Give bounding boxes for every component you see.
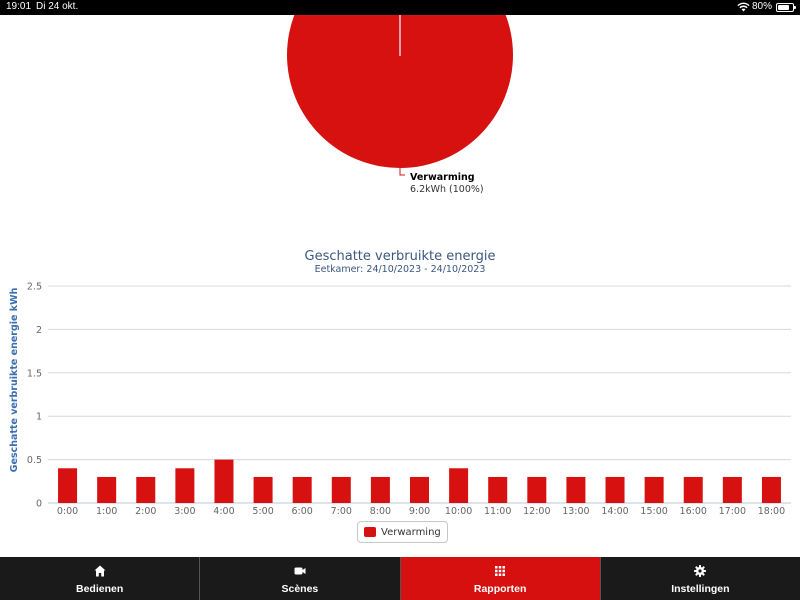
- bar: [683, 476, 703, 503]
- tab-scenes[interactable]: Scènes: [200, 557, 401, 600]
- chart-subtitle: Eetkamer: 24/10/2023 - 24/10/2023: [314, 264, 486, 275]
- pie-slice-label: Verwarming 6.2kWh (100%): [410, 172, 484, 196]
- bar: [566, 476, 586, 503]
- x-tick-label: 8:00: [370, 506, 391, 517]
- x-tick-label: 13:00: [562, 506, 589, 517]
- pie-slice-value: 6.2kWh (100%): [410, 184, 484, 195]
- tab-label: Instellingen: [671, 583, 730, 595]
- pie-chart: [0, 0, 800, 215]
- pie-slice-name: Verwarming: [410, 172, 475, 183]
- x-tick-label: 9:00: [409, 506, 430, 517]
- pie-chart-svg: [287, 0, 513, 176]
- tab-bar: Bedienen Scènes Rapporten Instellingen: [0, 557, 800, 600]
- tab-instellingen[interactable]: Instellingen: [601, 557, 800, 600]
- x-tick-label: 6:00: [292, 506, 313, 517]
- y-tick-label: 1: [36, 412, 42, 423]
- bar: [214, 459, 234, 503]
- bar: [175, 468, 195, 503]
- x-tick-label: 3:00: [174, 506, 195, 517]
- bar: [97, 476, 117, 503]
- x-tick-label: 0:00: [57, 506, 78, 517]
- status-bar: 19:01 Di 24 okt. 80%: [0, 0, 800, 15]
- grid-icon: [495, 566, 506, 576]
- legend-swatch: [364, 527, 376, 537]
- x-tick-label: 17:00: [719, 506, 746, 517]
- bar: [253, 476, 273, 503]
- battery-icon: [776, 3, 796, 12]
- bar: [292, 476, 312, 503]
- tab-label: Bedienen: [75, 583, 124, 595]
- bar: [58, 468, 78, 503]
- tab-rapporten[interactable]: Rapporten: [400, 557, 601, 600]
- bar: [644, 476, 664, 503]
- x-tick-label: 10:00: [445, 506, 472, 517]
- y-tick-label: 0: [36, 499, 42, 510]
- y-tick-label: 2: [36, 325, 42, 336]
- battery-percentage: 80%: [752, 1, 773, 12]
- x-tick-label: 5:00: [252, 506, 273, 517]
- bar: [761, 476, 781, 503]
- x-tick-label: 15:00: [640, 506, 667, 517]
- x-tick-label: 16:00: [680, 506, 707, 517]
- tab-bedienen[interactable]: Bedienen: [0, 557, 201, 600]
- home-icon: [94, 565, 106, 577]
- bar: [136, 476, 156, 503]
- gear-icon: [694, 565, 707, 577]
- bar: [488, 476, 508, 503]
- y-tick-label: 2.5: [27, 282, 42, 293]
- bar: [331, 476, 351, 503]
- x-tick-label: 2:00: [135, 506, 156, 517]
- x-tick-label: 18:00: [758, 506, 785, 517]
- battery-fill: [778, 5, 790, 10]
- pie-label-connector: [399, 168, 405, 176]
- bar: [527, 476, 547, 503]
- bar: [370, 476, 390, 503]
- x-tick-label: 14:00: [601, 506, 628, 517]
- status-time: 19:01: [6, 1, 32, 12]
- tab-label: Scènes: [281, 583, 319, 595]
- status-date: Di 24 okt.: [36, 1, 79, 12]
- chart-title: Geschatte verbruikte energie: [304, 249, 496, 264]
- tab-label: Rapporten: [473, 583, 527, 595]
- bar: [605, 476, 625, 503]
- y-tick-label: 1.5: [27, 368, 42, 379]
- x-tick-label: 12:00: [523, 506, 550, 517]
- x-tick-label: 4:00: [213, 506, 234, 517]
- bar-chart: 0 0.5 1 1.5 2 2.5 0:00 1:00 2:00 3:00 4:00 5:00 6:00…: [27, 282, 791, 517]
- x-tick-label: 11:00: [484, 506, 511, 517]
- bar: [410, 476, 429, 503]
- chart-legend[interactable]: Verwarming: [357, 521, 448, 543]
- x-tick-label: 7:00: [331, 506, 352, 517]
- y-tick-label: 0.5: [27, 455, 42, 466]
- bar: [449, 468, 469, 503]
- wifi-icon: [737, 2, 750, 12]
- video-camera-icon: [294, 567, 306, 575]
- x-tick-label: 1:00: [96, 506, 117, 517]
- bar: [722, 476, 742, 503]
- legend-label: Verwarming: [381, 526, 441, 538]
